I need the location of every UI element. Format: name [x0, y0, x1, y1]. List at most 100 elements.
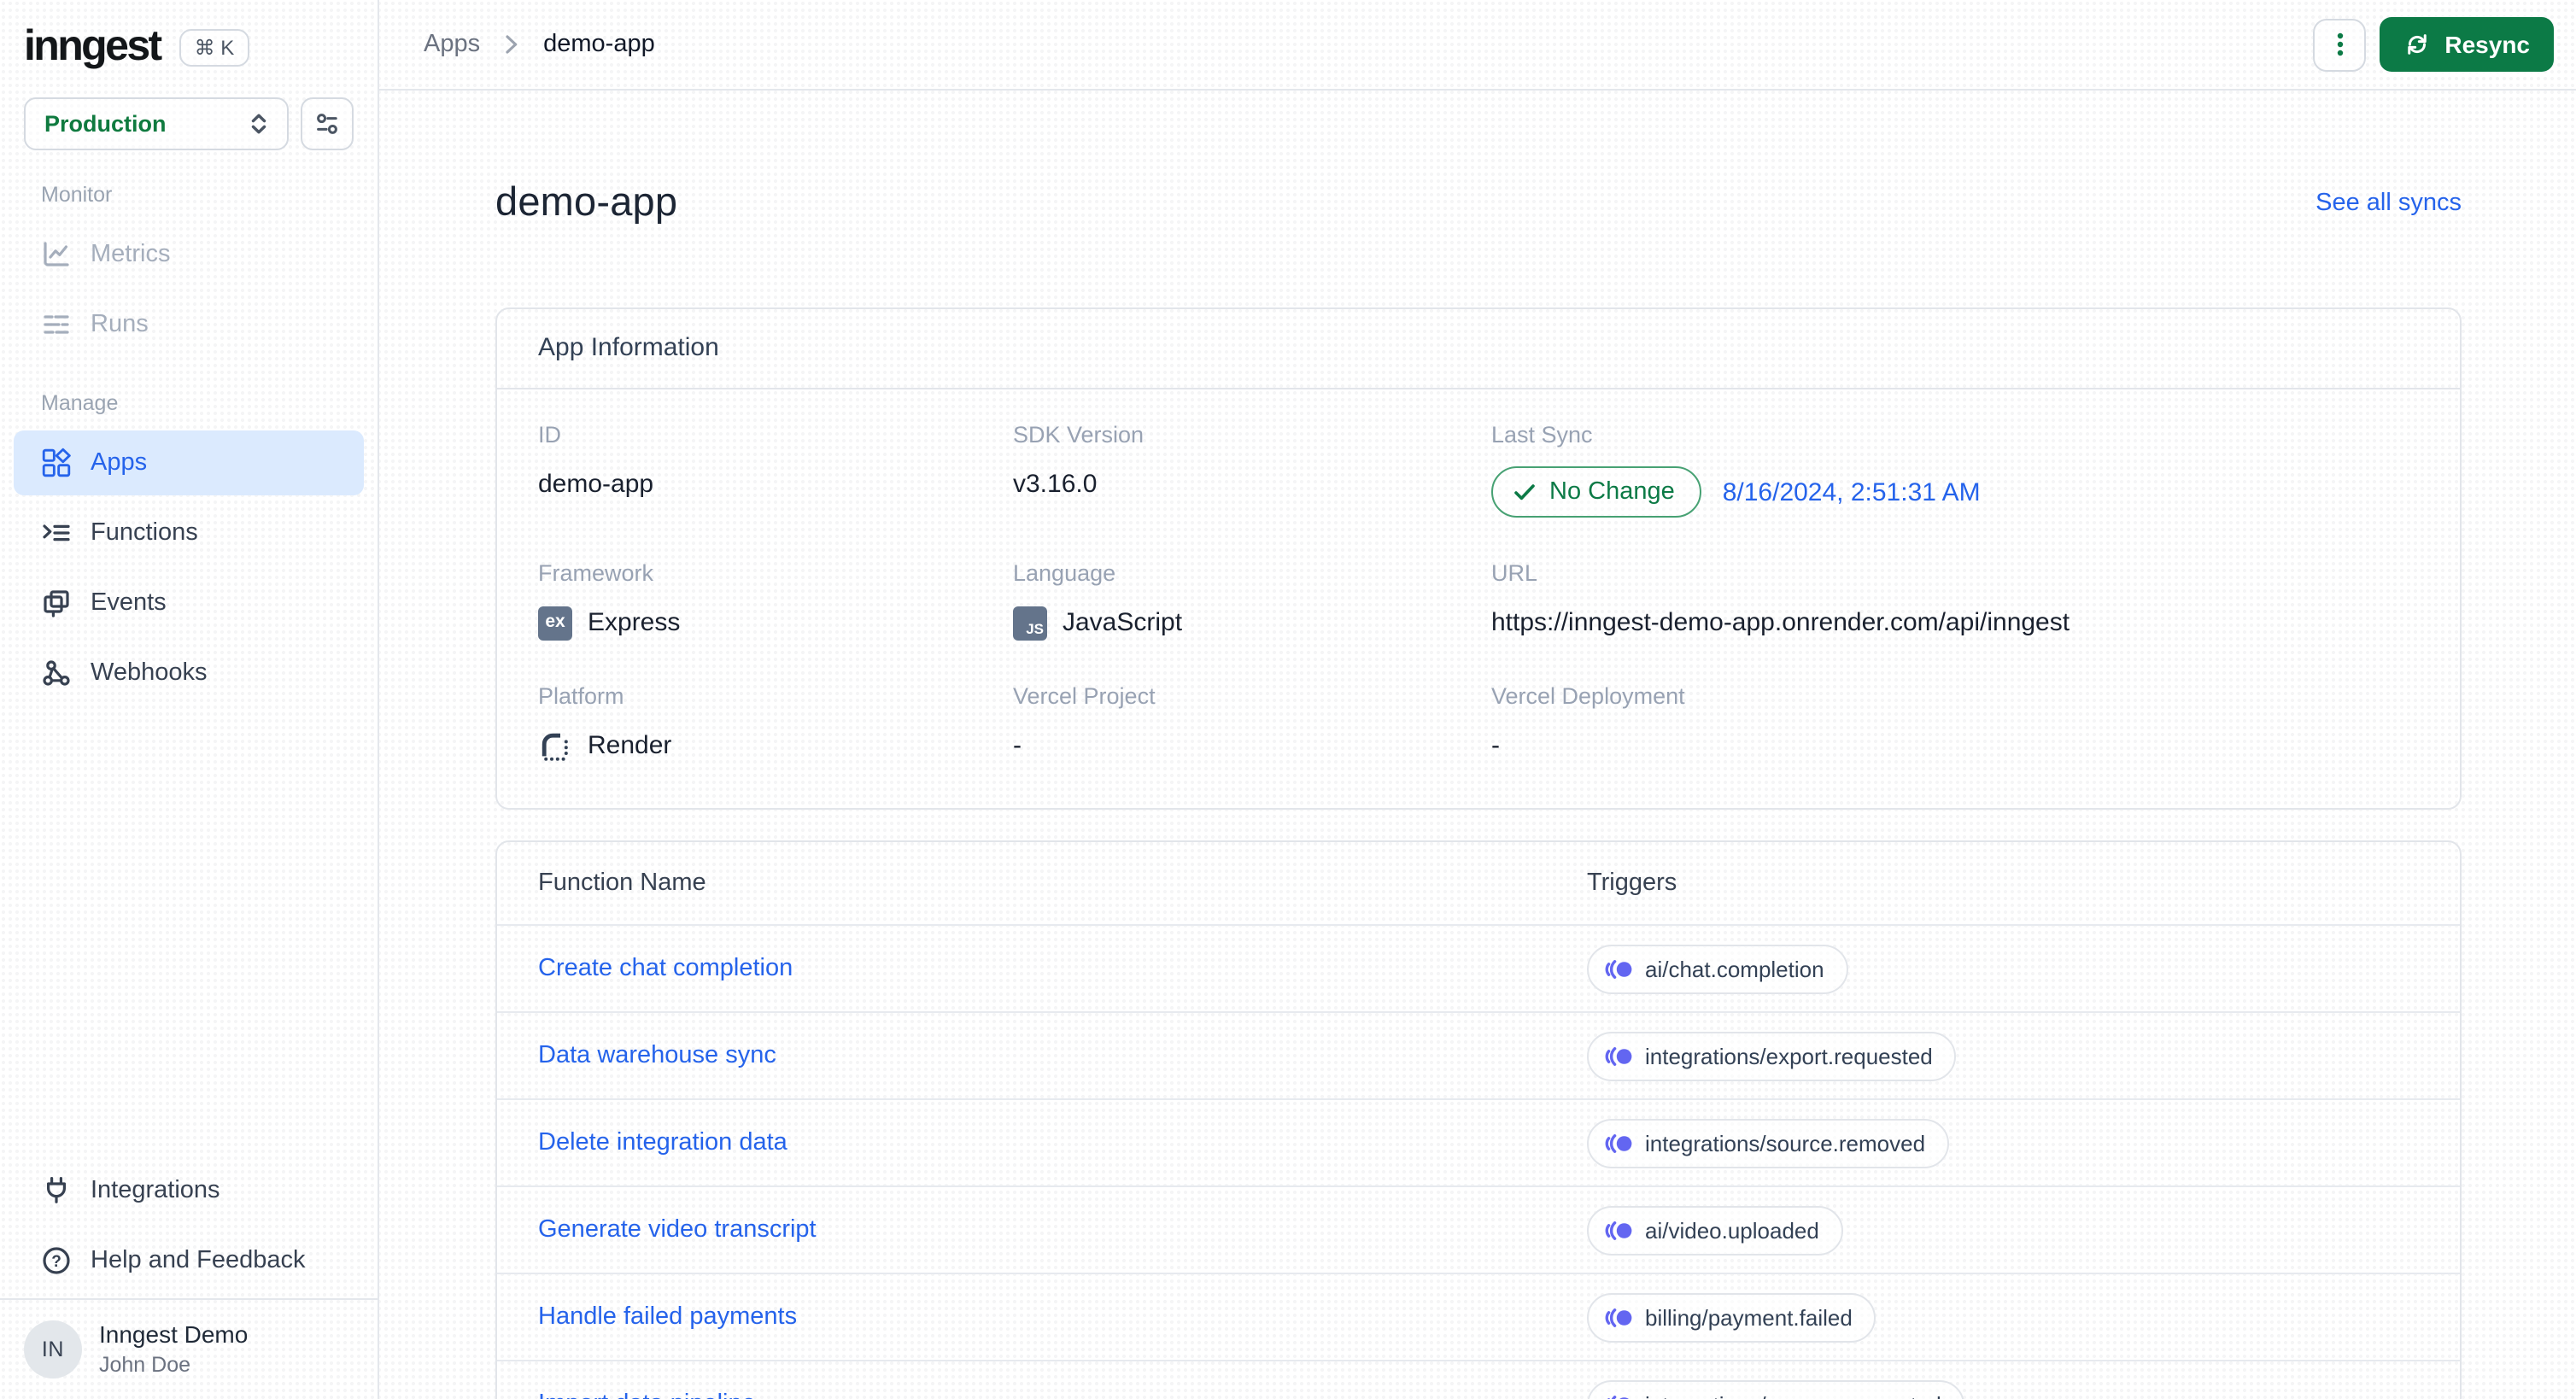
sidebar-item-events[interactable]: Events: [14, 571, 364, 635]
webhooks-icon: [41, 658, 72, 688]
trigger-name: ai/video.uploaded: [1645, 1217, 1819, 1243]
field-label: Vercel Deployment: [1491, 683, 1685, 709]
field-language: Language JS JavaScript: [1013, 560, 1491, 641]
trigger-name: integrations/export.requested: [1645, 1043, 1933, 1068]
avatar: IN: [24, 1320, 82, 1379]
field-vercel-deployment: Vercel Deployment -: [1491, 683, 2419, 764]
column-function-name: Function Name: [538, 869, 706, 897]
field-value: Render: [538, 728, 1013, 764]
sidebar: inngest ⌘ K Production Monitor Metrics R…: [0, 0, 379, 1399]
field-label: Last Sync: [1491, 422, 1593, 448]
sidebar-item-functions[interactable]: Functions: [14, 500, 364, 565]
last-sync-value: No Change 8/16/2024, 2:51:31 AM: [1491, 466, 2419, 518]
field-label: Framework: [538, 560, 654, 586]
field-value: -: [1491, 731, 1500, 760]
top-bar: Apps demo-app Resync: [379, 0, 2576, 91]
sync-icon: [2403, 31, 2431, 58]
event-trigger-icon: [1604, 1306, 1633, 1328]
filter-icon: [313, 109, 342, 138]
sidebar-item-help[interactable]: ? Help and Feedback: [14, 1228, 364, 1293]
trigger-pill: ai/chat.completion: [1587, 944, 1848, 993]
sidebar-item-label: Help and Feedback: [91, 1247, 306, 1274]
field-label: Platform: [538, 683, 624, 709]
field-value: -: [1013, 731, 1022, 760]
app-information-title: App Information: [497, 309, 2460, 389]
event-trigger-icon: [1604, 1219, 1633, 1241]
trigger-name: billing/payment.failed: [1645, 1304, 1853, 1330]
sidebar-nav: Monitor Metrics Runs Manage Apps Functio…: [0, 154, 378, 1298]
functions-table-header: Function Name Triggers: [497, 842, 2460, 924]
table-row: Data warehouse sync integrations/export.…: [497, 1011, 2460, 1098]
command-key-icon: ⌘ K: [194, 35, 235, 59]
function-link[interactable]: Data warehouse sync: [538, 1042, 1587, 1069]
events-icon: [41, 588, 72, 618]
integrations-icon: [41, 1175, 72, 1206]
command-k-shortcut[interactable]: ⌘ K: [179, 28, 250, 66]
no-change-badge: No Change: [1491, 466, 1702, 518]
sidebar-item-runs[interactable]: Runs: [14, 292, 364, 357]
environment-name: Production: [44, 111, 167, 137]
field-label: Vercel Project: [1013, 683, 1156, 709]
sidebar-item-integrations[interactable]: Integrations: [14, 1158, 364, 1223]
field-vercel-project: Vercel Project -: [1013, 683, 1491, 764]
trigger-name: integrations/source.removed: [1645, 1130, 1926, 1156]
sidebar-item-apps[interactable]: Apps: [14, 430, 364, 495]
sidebar-item-label: Events: [91, 589, 167, 617]
render-icon: [538, 729, 572, 763]
sidebar-item-label: Metrics: [91, 241, 171, 268]
viewport: inngest ⌘ K Production Monitor Metrics R…: [0, 0, 2576, 1399]
resync-button[interactable]: Resync: [2380, 17, 2554, 72]
trigger-pill: billing/payment.failed: [1587, 1292, 1876, 1342]
metrics-icon: [41, 239, 72, 270]
sidebar-item-label: Integrations: [91, 1177, 220, 1204]
table-row: Create chat completion ai/chat.completio…: [497, 924, 2460, 1011]
nav-section-monitor: Monitor: [41, 183, 113, 207]
sidebar-item-label: Apps: [91, 449, 148, 477]
inngest-app: inngest ⌘ K Production Monitor Metrics R…: [0, 0, 2576, 1399]
logo-row: inngest ⌘ K: [0, 0, 378, 84]
trigger-pill: integrations/source.removed: [1587, 1118, 1950, 1168]
environment-selector[interactable]: Production: [24, 97, 289, 150]
sidebar-item-label: Runs: [91, 311, 149, 338]
user-name: John Doe: [99, 1352, 191, 1377]
function-link[interactable]: Handle failed payments: [538, 1303, 1587, 1331]
breadcrumb-apps-link[interactable]: Apps: [424, 31, 480, 58]
environment-filter-button[interactable]: [301, 97, 354, 150]
function-link[interactable]: Create chat completion: [538, 955, 1587, 982]
functions-icon: [41, 518, 72, 548]
last-sync-timestamp-link[interactable]: 8/16/2024, 2:51:31 AM: [1723, 477, 1981, 506]
field-label: ID: [538, 422, 561, 448]
trigger-name: integrations/source.connected: [1645, 1391, 1941, 1399]
sidebar-item-label: Functions: [91, 519, 198, 547]
field-platform: Platform Render: [538, 683, 1013, 764]
runs-icon: [41, 309, 72, 340]
check-icon: [1513, 483, 1536, 501]
svg-text:?: ?: [51, 1253, 61, 1271]
more-options-button[interactable]: [2313, 18, 2367, 71]
see-all-syncs-link[interactable]: See all syncs: [2315, 189, 2462, 216]
function-link[interactable]: Import data pipeline: [538, 1390, 1587, 1399]
main-area: Apps demo-app Resync demo-app See all sy…: [379, 0, 2576, 1399]
user-menu[interactable]: IN Inngest Demo John Doe: [0, 1298, 378, 1399]
user-account-name: Inngest Demo: [99, 1320, 249, 1349]
resync-label: Resync: [2444, 31, 2530, 58]
sidebar-item-webhooks[interactable]: Webhooks: [14, 641, 364, 705]
app-information-grid: ID demo-app SDK Version v3.16.0 Last Syn…: [497, 389, 2460, 808]
field-label: SDK Version: [1013, 422, 1145, 448]
language-name: JavaScript: [1063, 608, 1183, 637]
table-row: Delete integration data integrations/sou…: [497, 1098, 2460, 1185]
inngest-logo[interactable]: inngest: [24, 25, 162, 68]
event-trigger-icon: [1604, 957, 1633, 980]
field-label: URL: [1491, 560, 1538, 586]
sidebar-item-label: Webhooks: [91, 659, 208, 687]
sidebar-item-metrics[interactable]: Metrics: [14, 222, 364, 287]
table-row: Import data pipeline integrations/source…: [497, 1360, 2460, 1399]
column-triggers: Triggers: [1587, 869, 1677, 897]
field-value: demo-app: [538, 470, 654, 499]
event-trigger-icon: [1604, 1393, 1633, 1399]
trigger-pill: integrations/export.requested: [1587, 1031, 1957, 1080]
chevron-right-icon: [502, 34, 521, 55]
trigger-name: ai/chat.completion: [1645, 956, 1824, 981]
function-link[interactable]: Generate video transcript: [538, 1216, 1587, 1244]
function-link[interactable]: Delete integration data: [538, 1129, 1587, 1156]
